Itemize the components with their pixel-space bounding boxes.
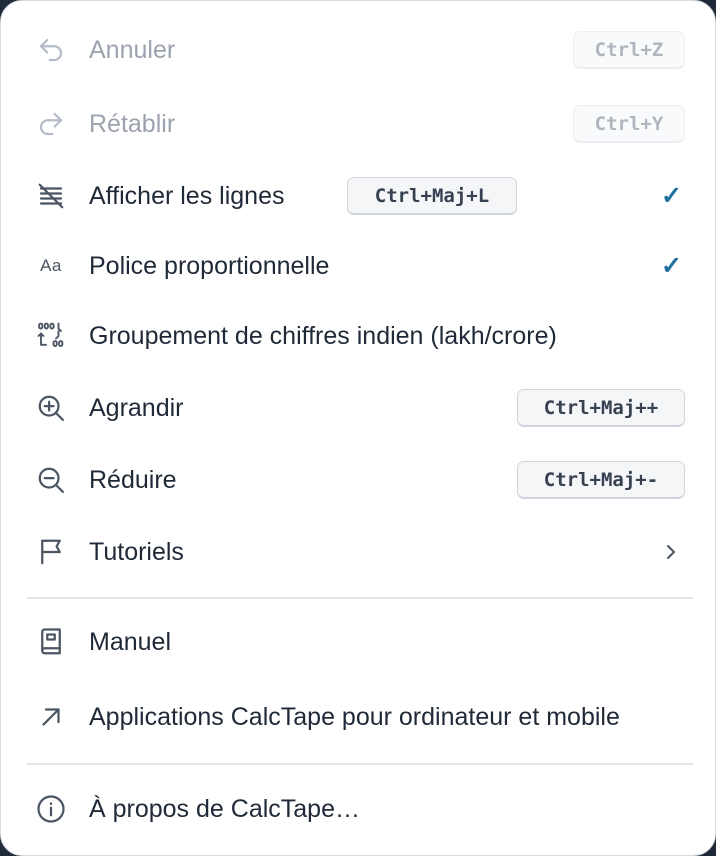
menu-item-apps[interactable]: Applications CalcTape pour ordinateur et… [1, 689, 715, 745]
flag-icon [35, 536, 67, 568]
menu-item-indian-grouping[interactable]: Groupement de chiffres indien (lakh/cror… [1, 308, 715, 364]
menu-item-zoom-in[interactable]: Agrandir Ctrl+Maj++ [1, 380, 715, 436]
proportional-font-label: Police proportionnelle [89, 251, 330, 280]
font-icon: Aa [35, 250, 67, 282]
menu-item-zoom-out[interactable]: Réduire Ctrl+Maj+- [1, 452, 715, 508]
apps-label: Applications CalcTape pour ordinateur et… [89, 702, 620, 731]
proportional-font-check-icon: ✓ [661, 252, 682, 280]
menu-item-undo[interactable]: Annuler Ctrl+Z [1, 22, 715, 78]
redo-icon [35, 108, 67, 140]
zoom-in-shortcut: Ctrl+Maj++ [517, 389, 685, 427]
zoom-in-icon [35, 392, 67, 424]
digit-grouping-icon [35, 320, 67, 352]
redo-shortcut: Ctrl+Y [573, 105, 685, 143]
undo-shortcut: Ctrl+Z [573, 31, 685, 69]
book-icon [35, 626, 67, 658]
show-lines-label: Afficher les lignes [89, 181, 285, 210]
about-label: À propos de CalcTape… [89, 794, 360, 823]
font-icon-text: Aa [40, 256, 62, 275]
redo-label: Rétablir [89, 109, 176, 138]
manual-label: Manuel [89, 627, 171, 656]
show-lines-check-icon: ✓ [661, 182, 682, 210]
context-menu: Annuler Ctrl+Z Rétablir Ctrl+Y Afficher … [0, 0, 716, 856]
zoom-out-icon [35, 464, 67, 496]
tutorials-label: Tutoriels [89, 537, 184, 566]
chevron-right-icon [661, 542, 681, 562]
zoom-out-label: Réduire [89, 465, 177, 494]
menu-item-tutorials[interactable]: Tutoriels [1, 524, 715, 580]
lines-icon [35, 180, 67, 212]
menu-item-show-lines[interactable]: Afficher les lignes Ctrl+Maj+L ✓ [1, 168, 715, 224]
indian-grouping-label: Groupement de chiffres indien (lakh/cror… [89, 321, 557, 350]
menu-item-redo[interactable]: Rétablir Ctrl+Y [1, 96, 715, 152]
menu-item-manual[interactable]: Manuel [1, 614, 715, 670]
menu-divider [27, 763, 693, 765]
zoom-out-shortcut: Ctrl+Maj+- [517, 461, 685, 499]
menu-divider [27, 597, 693, 599]
show-lines-shortcut: Ctrl+Maj+L [347, 177, 517, 215]
undo-label: Annuler [89, 35, 176, 64]
zoom-in-label: Agrandir [89, 393, 184, 422]
info-icon [35, 793, 67, 825]
menu-item-about[interactable]: À propos de CalcTape… [1, 781, 715, 837]
menu-item-proportional-font[interactable]: Aa Police proportionnelle ✓ [1, 238, 715, 294]
external-arrow-icon [35, 701, 67, 733]
undo-icon [35, 34, 67, 66]
